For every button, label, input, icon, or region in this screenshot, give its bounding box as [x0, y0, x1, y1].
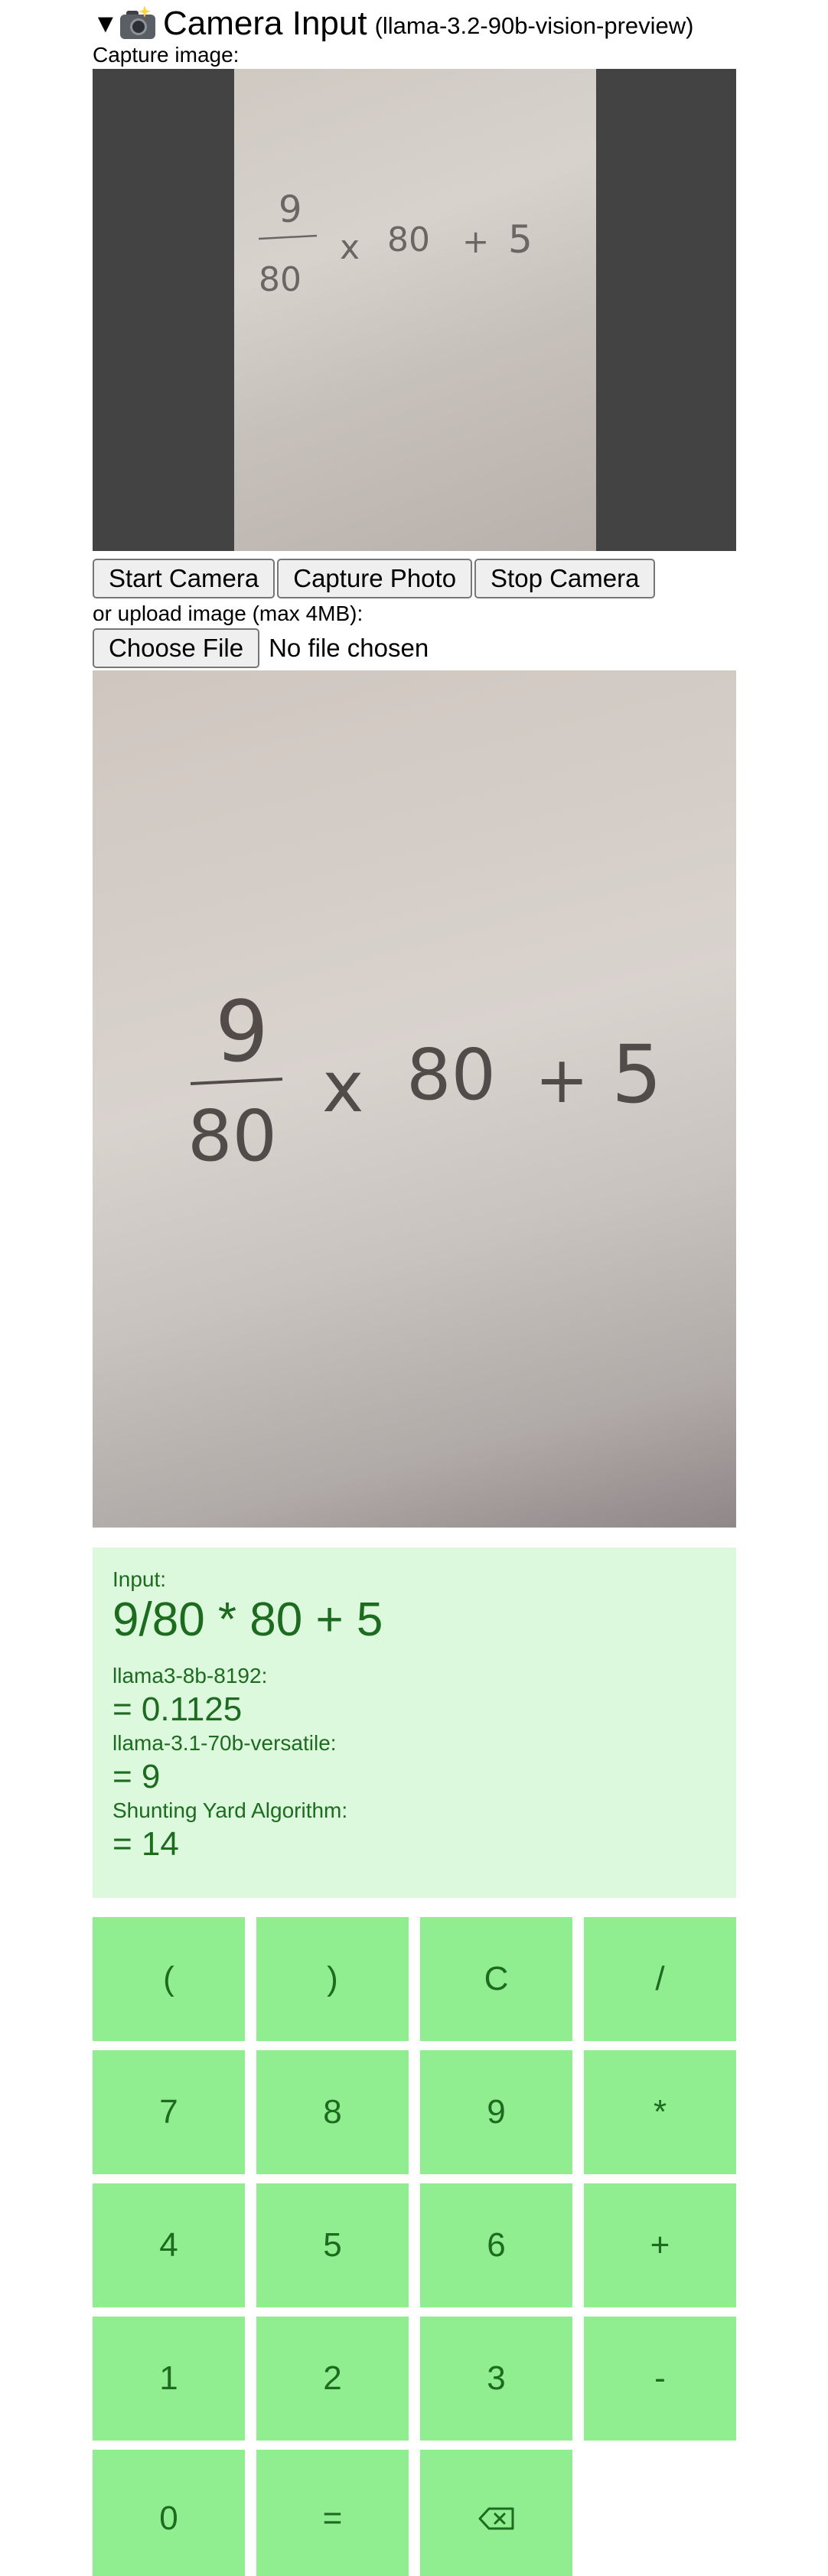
key-plus[interactable]: + [584, 2183, 736, 2307]
key-4[interactable]: 4 [93, 2183, 245, 2307]
preview-times: x [322, 1046, 363, 1128]
hw-addend: 5 [508, 217, 533, 262]
preview-handwritten-equation: 9 80 x 80 + 5 [187, 983, 662, 1177]
hw-plus: + [462, 223, 489, 260]
preview-addend: 5 [611, 1028, 662, 1121]
key-open-paren[interactable]: ( [93, 1917, 245, 2041]
backspace-icon [478, 2507, 513, 2530]
input-expression: 9/80 * 80 + 5 [112, 1593, 383, 1646]
preview-numerator: 9 [215, 983, 269, 1081]
preview-factor: 80 [406, 1034, 496, 1116]
file-status: No file chosen [269, 634, 429, 662]
model2-result: = 9 [112, 1758, 161, 1795]
key-3[interactable]: 3 [420, 2317, 572, 2441]
key-8[interactable]: 8 [256, 2050, 409, 2174]
key-minus[interactable]: - [584, 2317, 736, 2441]
capture-label: Capture image: [93, 43, 240, 67]
key-5[interactable]: 5 [256, 2183, 409, 2307]
camera-title: Camera Input [163, 5, 367, 42]
stop-camera-button[interactable]: Stop Camera [474, 559, 656, 598]
page: ▼ Camera Input (llama-3.2-90b-vision-pre… [0, 0, 828, 2576]
key-equals[interactable]: = [256, 2450, 409, 2576]
key-9[interactable]: 9 [420, 2050, 572, 2174]
handwritten-equation: 9 80 x 80 + 5 [258, 188, 533, 299]
camera-video: 9 80 x 80 + 5 [93, 69, 736, 551]
key-divide[interactable]: / [584, 1917, 736, 2041]
camera-details-summary[interactable]: ▼ Camera Input (llama-3.2-90b-vision-pre… [93, 3, 694, 44]
key-0[interactable]: 0 [93, 2450, 245, 2576]
camera-frame: 9 80 x 80 + 5 [234, 69, 596, 551]
algo-label: Shunting Yard Algorithm: [112, 1798, 348, 1822]
key-backspace[interactable] [420, 2450, 572, 2576]
algo-result: = 14 [112, 1825, 179, 1863]
key-close-paren[interactable]: ) [256, 1917, 409, 2041]
key-clear[interactable]: C [420, 1917, 572, 2041]
model2-label: llama-3.1-70b-versatile: [112, 1731, 337, 1755]
calculator-keypad: ( ) C / 7 8 9 * 4 5 6 + 1 2 3 - 0 = [93, 1917, 736, 2576]
hw-numerator: 9 [279, 188, 302, 231]
results-panel: Input: 9/80 * 80 + 5 llama3-8b-8192: = 0… [93, 1547, 736, 1898]
model1-result: = 0.1125 [112, 1691, 243, 1728]
start-camera-button[interactable]: Start Camera [93, 559, 275, 598]
model1-label: llama3-8b-8192: [112, 1664, 268, 1687]
choose-file-button[interactable]: Choose File [93, 628, 260, 668]
hw-factor: 80 [387, 220, 430, 259]
key-6[interactable]: 6 [420, 2183, 572, 2307]
preview-plus: + [535, 1042, 588, 1117]
camera-flash-icon [119, 5, 157, 41]
hw-times: x [340, 228, 360, 267]
preview-denominator: 80 [187, 1095, 277, 1177]
hw-denominator: 80 [259, 260, 302, 299]
key-2[interactable]: 2 [256, 2317, 409, 2441]
input-label: Input: [112, 1567, 167, 1591]
key-1[interactable]: 1 [93, 2317, 245, 2441]
image-preview: 9 80 x 80 + 5 [93, 670, 736, 1528]
upload-label: or upload image (max 4MB): [93, 602, 363, 625]
key-7[interactable]: 7 [93, 2050, 245, 2174]
capture-photo-button[interactable]: Capture Photo [277, 559, 473, 598]
expand-toggle-icon[interactable]: ▼ [93, 3, 119, 44]
file-input: Choose File No file chosen [93, 628, 429, 668]
camera-controls: Start Camera Capture Photo Stop Camera [93, 559, 656, 598]
model-name: (llama-3.2-90b-vision-preview) [374, 12, 694, 39]
key-multiply[interactable]: * [584, 2050, 736, 2174]
